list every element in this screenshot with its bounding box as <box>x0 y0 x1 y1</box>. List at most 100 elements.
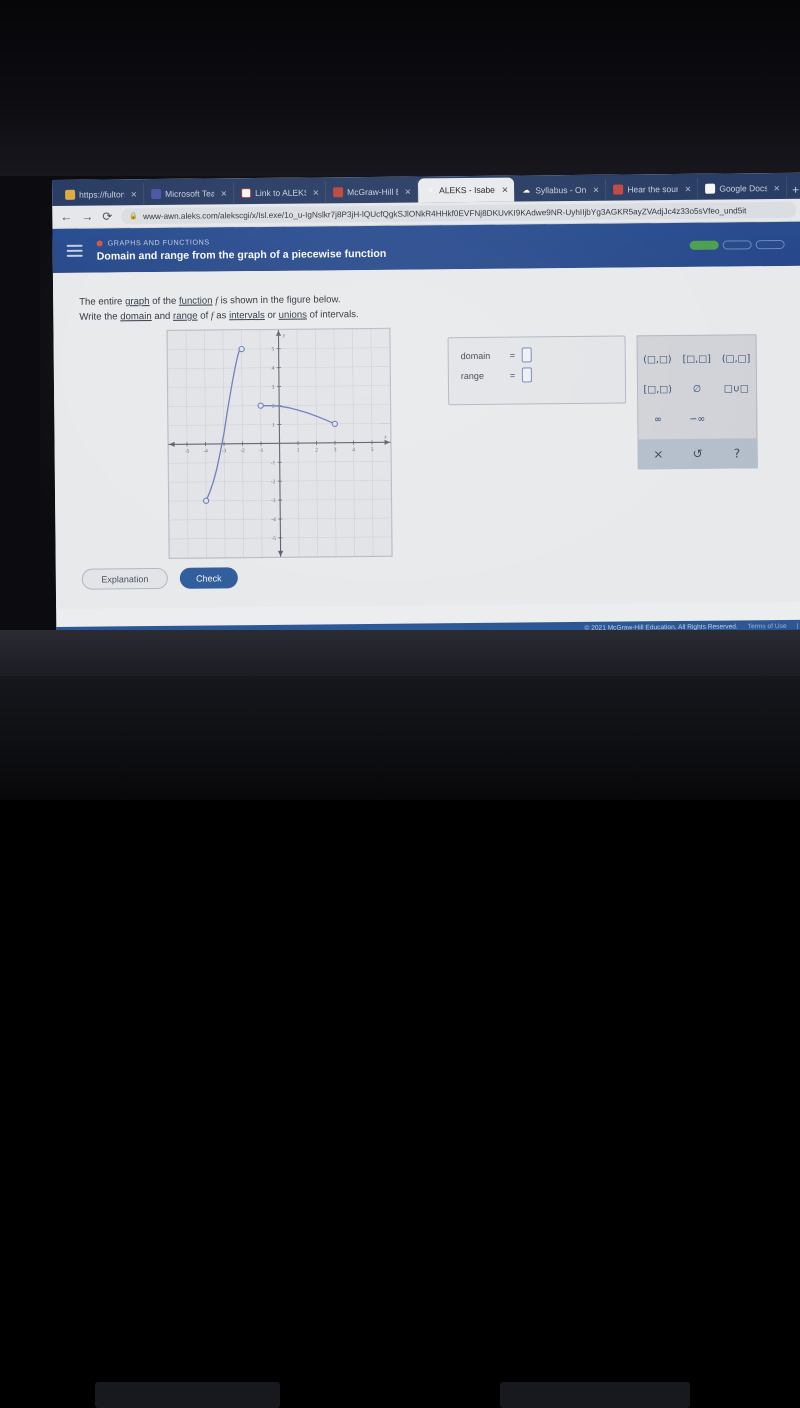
check-button[interactable]: Check <box>180 567 238 589</box>
help-button[interactable]: ? <box>717 438 757 468</box>
tab-label: ALEKS - Isabel <box>439 185 496 196</box>
topic-dot-icon <box>97 240 103 246</box>
domain-label: domain <box>461 350 503 360</box>
key-closed-closed-interval[interactable]: [□,□] <box>677 344 717 374</box>
tab-close-icon[interactable]: ✕ <box>685 184 692 193</box>
y-tick-label: 3 <box>272 385 275 391</box>
browser-tab-5[interactable]: ☁ Syllabus - One ✕ <box>514 179 606 202</box>
y-tick-label: -2 <box>271 479 276 485</box>
forward-icon[interactable]: → <box>81 210 93 224</box>
page-title: Domain and range from the graph of a pie… <box>97 245 690 263</box>
google-docs-icon: ▤ <box>705 184 715 194</box>
keypad-grid: (□,□) [□,□] (□,□] [□,□) ∅ □∪□ ∞ −∞ <box>638 335 757 469</box>
tab-close-icon[interactable]: ✕ <box>312 188 319 197</box>
browser-tab-1[interactable]: Microsoft Tea ✕ <box>144 182 234 205</box>
tab-label: Link to ALEKS <box>255 188 306 198</box>
address-bar-url: www-awn.aleks.com/alekscgi/x/Isl.exe/1o_… <box>143 206 746 221</box>
equals-sign: = <box>510 350 515 360</box>
onedrive-cloud-icon: ☁ <box>521 185 531 195</box>
progress-indicator <box>690 239 785 249</box>
range-answer-row: range = <box>461 367 625 384</box>
browser-tab-6[interactable]: Hear the soun ✕ <box>606 178 698 201</box>
keypad-row-2: [□,□) ∅ □∪□ <box>638 373 756 404</box>
prompt-text: of <box>198 310 211 321</box>
browser-tab-7[interactable]: ▤ Google Docs ✕ <box>698 177 787 200</box>
x-tick-label: 3 <box>334 447 337 453</box>
key-closed-open-interval[interactable]: [□,□) <box>638 374 678 404</box>
keypad-row-3: ∞ −∞ <box>638 403 756 434</box>
x-axis-arrow-left <box>169 442 175 447</box>
glossary-link-function[interactable]: function <box>179 295 213 306</box>
prompt-text: and <box>152 311 173 322</box>
x-tick-label: -2 <box>240 448 245 454</box>
range-label: range <box>461 370 503 380</box>
open-circle-endpoint-right-branch-start <box>258 403 263 408</box>
question-prompt: The entire graph of the function f is sh… <box>79 288 800 325</box>
tab-close-icon[interactable]: ✕ <box>593 185 600 194</box>
key-empty-set[interactable]: ∅ <box>677 374 717 404</box>
answer-input-card: domain = range = <box>448 336 627 406</box>
y-tick-label: -1 <box>271 460 276 466</box>
x-axis-label: x <box>383 434 387 440</box>
y-tick-label: 4 <box>272 366 275 372</box>
piecewise-function-graph: -5-4-3-2-112345-5-4-3-2-112345xy <box>166 328 392 559</box>
address-bar[interactable]: 🔒 www-awn.aleks.com/alekscgi/x/Isl.exe/1… <box>121 202 796 224</box>
tab-label: McGraw-Hill E <box>347 187 398 197</box>
glossary-link-domain[interactable]: domain <box>120 311 152 322</box>
topic-label: GRAPHS AND FUNCTIONS <box>108 237 210 247</box>
aleks-a-icon: A <box>425 185 435 195</box>
tab-close-icon[interactable]: ✕ <box>130 190 137 199</box>
aleks-header: GRAPHS AND FUNCTIONS Domain and range fr… <box>52 222 800 273</box>
domain-input[interactable] <box>522 347 532 362</box>
dark-background-above-laptop <box>0 0 800 176</box>
glossary-link-graph[interactable]: graph <box>125 296 150 307</box>
tab-label: https://fulton <box>79 189 124 199</box>
browser-tab-2[interactable]: A Link to ALEKS ✕ <box>234 181 326 204</box>
prompt-text: of intervals. <box>307 309 359 320</box>
x-axis-arrow <box>385 440 391 445</box>
key-open-closed-interval[interactable]: (□,□] <box>716 343 756 373</box>
y-tick-label: 2 <box>272 404 275 410</box>
new-tab-button[interactable]: + <box>787 183 800 199</box>
action-button-row: Explanation Check <box>82 567 238 589</box>
hamburger-icon[interactable] <box>67 245 83 257</box>
undo-button[interactable]: ↺ <box>678 439 718 469</box>
equals-sign: = <box>510 370 515 380</box>
keypad-control-row: × ↺ ? <box>639 438 757 469</box>
reload-icon[interactable]: ⟳ <box>102 209 112 223</box>
y-tick-label: -3 <box>271 498 276 504</box>
tab-close-icon[interactable]: ✕ <box>404 187 411 196</box>
laptop-keyboard-base <box>0 676 800 800</box>
range-input[interactable] <box>522 367 532 382</box>
glossary-link-range[interactable]: range <box>173 311 198 322</box>
clear-button[interactable]: × <box>639 439 679 469</box>
tab-close-icon[interactable]: ✕ <box>502 185 509 194</box>
key-open-open-interval[interactable]: (□,□) <box>638 344 678 374</box>
y-tick-label: 5 <box>271 347 274 353</box>
lock-icon: 🔒 <box>129 212 138 220</box>
tab-label: Hear the soun <box>627 184 678 194</box>
y-axis-label: y <box>282 333 286 339</box>
header-text-group: GRAPHS AND FUNCTIONS Domain and range fr… <box>97 233 690 263</box>
glossary-link-unions[interactable]: unions <box>279 310 307 321</box>
y-axis-arrow-down <box>278 551 283 557</box>
explanation-button[interactable]: Explanation <box>82 568 168 590</box>
tab-close-icon[interactable]: ✕ <box>773 184 780 193</box>
key-negative-infinity[interactable]: −∞ <box>678 404 718 434</box>
palmrest-right <box>500 1382 690 1408</box>
browser-tab-4-active[interactable]: A ALEKS - Isabel ✕ <box>418 178 514 203</box>
glossary-link-intervals[interactable]: intervals <box>229 310 265 321</box>
back-icon[interactable]: ← <box>60 210 72 224</box>
browser-window: https://fulton ✕ Microsoft Tea ✕ A Link … <box>52 173 800 640</box>
prompt-text: or <box>265 310 279 321</box>
prompt-text: is shown in the figure below. <box>218 294 341 306</box>
question-work-area: The entire graph of the function f is sh… <box>53 266 800 609</box>
x-tick-label: 4 <box>352 447 355 453</box>
browser-tab-0[interactable]: https://fulton ✕ <box>58 183 144 206</box>
key-union[interactable]: □∪□ <box>717 373 757 403</box>
key-infinity[interactable]: ∞ <box>638 404 678 434</box>
open-circle-endpoint-left-branch-start <box>203 498 208 503</box>
y-tick-label: 1 <box>272 422 275 428</box>
tab-close-icon[interactable]: ✕ <box>220 189 227 198</box>
browser-tab-3[interactable]: McGraw-Hill E ✕ <box>326 180 418 203</box>
